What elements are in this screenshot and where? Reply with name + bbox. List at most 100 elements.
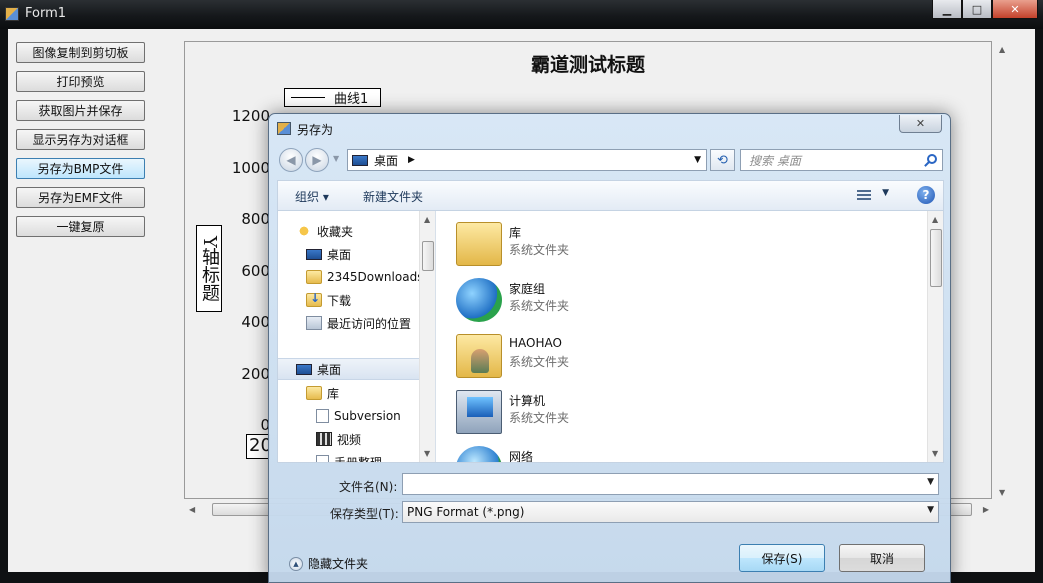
chevron-up-icon: ▲ bbox=[289, 556, 303, 571]
item-name: 计算机 bbox=[509, 394, 546, 408]
back-arrow-icon[interactable]: ◀ bbox=[279, 148, 303, 172]
filetype-label: 保存类型(T): bbox=[330, 507, 399, 521]
item-name: 网络 bbox=[509, 450, 534, 462]
file-scroll-thumb[interactable] bbox=[930, 229, 942, 287]
nav-scroll-thumb[interactable] bbox=[422, 241, 434, 271]
minimize-button[interactable]: ▁ bbox=[932, 0, 962, 19]
nav-manual[interactable]: 手册整理 bbox=[316, 451, 435, 462]
close-button[interactable]: ✕ bbox=[992, 0, 1038, 19]
view-dropdown-icon[interactable]: ▼ bbox=[882, 188, 889, 198]
address-text: 桌面 bbox=[374, 153, 399, 168]
save-as-bmp-button[interactable]: 另存为BMP文件 bbox=[16, 158, 145, 179]
copy-to-clipboard-button[interactable]: 图像复制到剪切板 bbox=[16, 42, 145, 63]
item-name: 库 bbox=[509, 226, 522, 240]
item-name: HAOHAO bbox=[509, 336, 562, 350]
item-description: 系统文件夹 bbox=[509, 411, 570, 425]
address-dropdown-icon[interactable]: ▼ bbox=[694, 155, 701, 165]
user-folder-icon bbox=[456, 334, 502, 378]
nav-desktop-root-label: 桌面 bbox=[317, 362, 342, 377]
nav-recent[interactable]: 最近访问的位置 bbox=[306, 312, 435, 334]
filename-dropdown-icon[interactable]: ▼ bbox=[927, 477, 934, 487]
document-icon bbox=[316, 409, 329, 423]
window-controls: ▁ □ ✕ bbox=[932, 0, 1038, 19]
dialog-close-button[interactable]: ✕ bbox=[899, 115, 942, 133]
nav-subversion-label: Subversion bbox=[334, 409, 401, 423]
filename-input[interactable]: ▼ bbox=[402, 473, 939, 495]
network-icon bbox=[456, 446, 502, 462]
save-button[interactable]: 保存(S) bbox=[739, 544, 825, 572]
nav-subversion[interactable]: Subversion bbox=[316, 405, 435, 427]
app-icon bbox=[5, 7, 19, 21]
address-input[interactable]: 桌面 ▶ ▼ bbox=[347, 149, 707, 171]
hide-folders-label: 隐藏文件夹 bbox=[308, 557, 369, 571]
nav-libraries[interactable]: 库 bbox=[306, 382, 435, 404]
list-item[interactable]: HAOHAO 系统文件夹 bbox=[456, 331, 886, 383]
list-item[interactable]: 家庭组 系统文件夹 bbox=[456, 275, 886, 327]
video-icon bbox=[316, 432, 332, 446]
hide-folders-toggle[interactable]: ▲ 隐藏文件夹 bbox=[289, 555, 368, 572]
filetype-dropdown-icon[interactable]: ▼ bbox=[927, 505, 934, 515]
dialog-browser-area: 收藏夹 桌面 2345Downloads 下载 最近访问的位置 桌面 库 Sub… bbox=[277, 210, 944, 463]
action-button-column: 图像复制到剪切板 打印预览 获取图片并保存 显示另存为对话框 另存为BMP文件 … bbox=[16, 42, 145, 237]
view-options-icon[interactable] bbox=[857, 190, 871, 202]
cancel-button[interactable]: 取消 bbox=[839, 544, 925, 572]
dialog-title: 另存为 bbox=[297, 123, 334, 137]
forward-arrow-icon[interactable]: ▶ bbox=[305, 148, 329, 172]
list-item[interactable]: 库 系统文件夹 bbox=[456, 219, 886, 271]
window-title: Form1 bbox=[25, 6, 67, 21]
print-preview-button[interactable]: 打印预览 bbox=[16, 71, 145, 92]
chart-vertical-scrollbar[interactable]: ▲ ▼ bbox=[994, 41, 1011, 501]
breadcrumb-chevron-icon[interactable]: ▶ bbox=[408, 155, 415, 165]
scroll-down-arrow-icon[interactable]: ▼ bbox=[424, 449, 430, 458]
y-axis-title: Y轴标题 bbox=[196, 225, 222, 312]
file-list-scrollbar[interactable]: ▲ ▼ bbox=[927, 211, 943, 462]
desktop-icon bbox=[306, 248, 322, 260]
new-folder-button[interactable]: 新建文件夹 bbox=[363, 188, 423, 205]
history-dropdown-icon[interactable]: ▼ bbox=[333, 154, 339, 163]
scroll-right-arrow-icon[interactable]: ▶ bbox=[983, 505, 989, 514]
nav-2345downloads[interactable]: 2345Downloads bbox=[306, 266, 419, 288]
nav-favorites[interactable]: 收藏夹 bbox=[296, 220, 435, 242]
reset-button[interactable]: 一键复原 bbox=[16, 216, 145, 237]
scroll-down-arrow-icon[interactable]: ▼ bbox=[932, 449, 938, 458]
y-tick-label: 200 bbox=[241, 364, 270, 383]
recent-places-icon bbox=[306, 316, 322, 330]
scroll-up-arrow-icon[interactable]: ▲ bbox=[932, 215, 938, 224]
nav-pane-scrollbar[interactable]: ▲ ▼ bbox=[419, 211, 435, 462]
scroll-up-arrow-icon[interactable]: ▲ bbox=[999, 45, 1005, 54]
show-save-dialog-button[interactable]: 显示另存为对话框 bbox=[16, 129, 145, 150]
list-item[interactable]: 计算机 系统文件夹 bbox=[456, 387, 886, 439]
folder-icon bbox=[306, 270, 322, 284]
filetype-select[interactable]: PNG Format (*.png) ▼ bbox=[402, 501, 939, 523]
y-tick-label: 400 bbox=[241, 313, 270, 331]
search-icon[interactable] bbox=[927, 154, 937, 164]
filetype-value: PNG Format (*.png) bbox=[407, 505, 525, 519]
search-placeholder: 搜索 桌面 bbox=[749, 153, 801, 168]
nav-desktop-label: 桌面 bbox=[327, 247, 352, 262]
scroll-up-arrow-icon[interactable]: ▲ bbox=[424, 215, 430, 224]
nav-libraries-label: 库 bbox=[327, 386, 340, 401]
scroll-down-arrow-icon[interactable]: ▼ bbox=[999, 488, 1005, 497]
scroll-left-arrow-icon[interactable]: ◀ bbox=[189, 505, 195, 514]
list-item[interactable]: 网络 bbox=[456, 443, 886, 462]
nav-desktop-root[interactable]: 桌面 bbox=[278, 358, 419, 380]
homegroup-icon bbox=[456, 278, 502, 322]
refresh-icon[interactable]: ⟲ bbox=[710, 149, 735, 171]
file-list-pane: 库 系统文件夹 家庭组 系统文件夹 HAOHAO 系统文件夹 计算机 系统文件夹… bbox=[438, 211, 928, 462]
nav-videos[interactable]: 视频 bbox=[316, 428, 435, 450]
nav-desktop[interactable]: 桌面 bbox=[306, 243, 435, 265]
y-tick-label: 600 bbox=[241, 261, 270, 280]
document-icon bbox=[316, 455, 329, 462]
maximize-button[interactable]: □ bbox=[962, 0, 992, 19]
organize-button[interactable]: 组织 ▾ bbox=[295, 188, 329, 205]
nav-downloads[interactable]: 下载 bbox=[306, 289, 435, 311]
help-icon[interactable]: ? bbox=[917, 186, 935, 204]
y-tick-label: 1000 bbox=[231, 158, 270, 177]
search-input[interactable]: 搜索 桌面 bbox=[740, 149, 943, 171]
get-and-save-image-button[interactable]: 获取图片并保存 bbox=[16, 100, 145, 121]
legend-series-name: 曲线1 bbox=[334, 92, 369, 107]
chart-legend: 曲线1 bbox=[284, 88, 381, 107]
download-folder-icon bbox=[306, 291, 322, 307]
item-description: 系统文件夹 bbox=[509, 299, 570, 313]
save-as-emf-button[interactable]: 另存为EMF文件 bbox=[16, 187, 145, 208]
